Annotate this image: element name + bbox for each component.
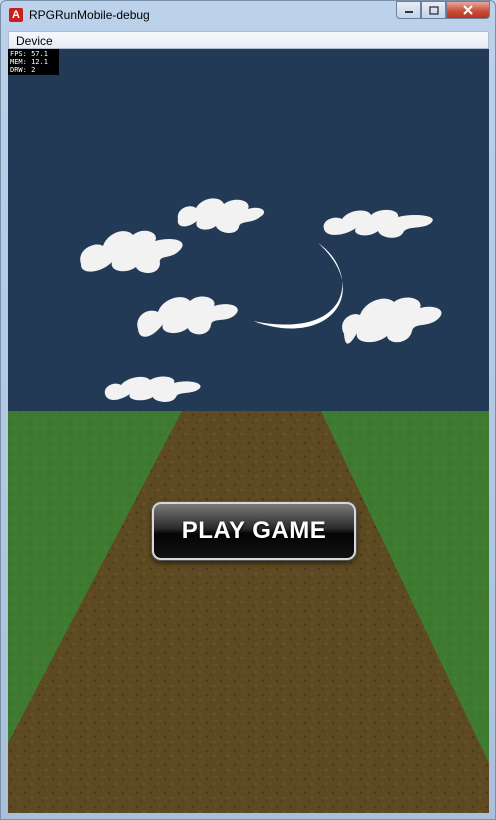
app-window: A RPGRunMobile-debug Device FPS: 57.1 ME… [0,0,496,820]
maximize-icon [428,5,439,15]
cloud-5 [342,297,442,344]
window-controls [396,1,490,21]
close-button[interactable] [446,1,490,19]
minimize-button[interactable] [396,1,421,19]
debug-stats: FPS: 57.1 MEM: 12.1 DRW: 2 [8,49,59,75]
cloud-3 [323,209,433,238]
cloud-1 [80,230,183,273]
grass-field [8,411,489,813]
cloud-6 [104,376,201,402]
game-canvas[interactable]: FPS: 57.1 MEM: 12.1 DRW: 2 PLAY GAME [8,49,489,813]
fps-readout: FPS: 57.1 [10,50,48,58]
menu-bar: Device [8,31,489,49]
drw-readout: DRW: 2 [10,66,36,74]
title-bar[interactable]: A RPGRunMobile-debug [1,1,495,31]
close-icon [463,5,473,15]
adobe-air-icon: A [9,8,23,22]
mem-readout: MEM: 12.1 [10,58,48,66]
night-sky [8,49,489,411]
cloud-4 [137,296,238,337]
play-game-button[interactable]: PLAY GAME [152,502,356,560]
window-title: RPGRunMobile-debug [29,8,150,22]
maximize-button[interactable] [421,1,446,19]
play-game-label: PLAY GAME [181,517,327,544]
minimize-icon [404,11,413,13]
sky-scene [80,198,442,402]
cloud-2 [177,198,265,234]
menu-device[interactable]: Device [16,34,53,48]
crescent-moon-icon [253,243,343,329]
ground-scene [8,411,489,813]
